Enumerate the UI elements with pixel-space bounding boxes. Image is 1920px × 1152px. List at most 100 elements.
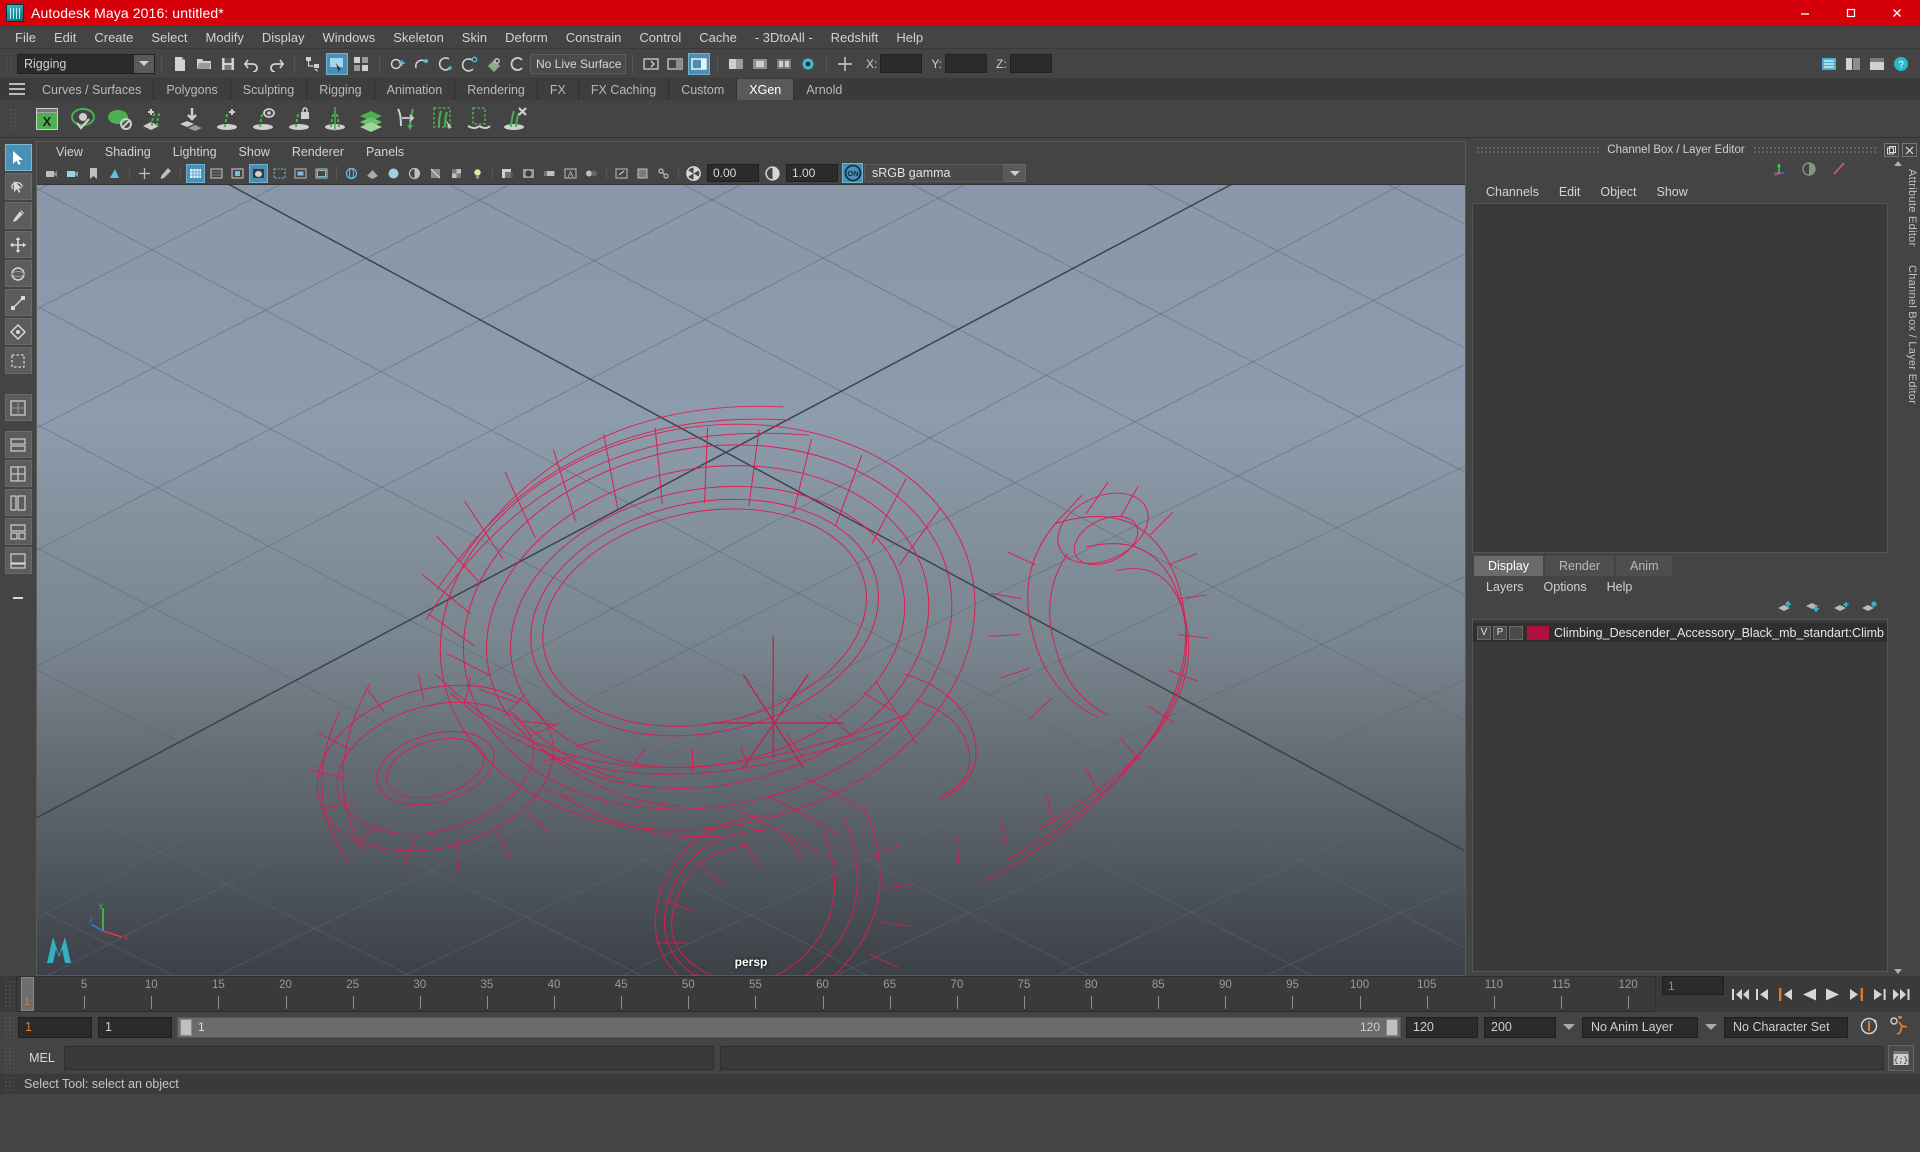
auto-keyframe-icon[interactable]	[1858, 1016, 1880, 1039]
layer-row[interactable]: V P Climbing_Descender_Accessory_Black_m…	[1473, 623, 1887, 642]
chevron-down-icon[interactable]	[134, 54, 154, 73]
channel-menu-show[interactable]: Show	[1647, 185, 1698, 199]
smooth-shade-all-icon[interactable]	[384, 164, 403, 183]
show-hide-editors-icon[interactable]	[640, 53, 662, 75]
render-settings-icon[interactable]	[797, 53, 819, 75]
safe-title-icon[interactable]	[312, 164, 331, 183]
anim-layer-field[interactable]: No Anim Layer	[1582, 1016, 1698, 1038]
gamma-icon[interactable]	[763, 164, 782, 183]
anim-layer-chevron-down-icon[interactable]	[1705, 1024, 1717, 1030]
viewport-menu-show[interactable]: Show	[228, 145, 281, 159]
create-empty-layer-icon[interactable]	[1832, 600, 1850, 617]
select-tool-button[interactable]	[4, 144, 32, 171]
menu-modify[interactable]: Modify	[197, 28, 253, 47]
open-outliner-icon[interactable]	[1818, 53, 1840, 75]
snap-point-icon[interactable]	[435, 53, 457, 75]
shaded-wireframe-icon[interactable]	[426, 164, 445, 183]
coord-x-field[interactable]	[880, 54, 923, 73]
show-hide-attribute-editor-icon[interactable]	[664, 53, 686, 75]
layer-tab-anim[interactable]: Anim	[1616, 556, 1673, 576]
xgen-delete-guide-icon[interactable]	[498, 102, 532, 136]
transform-field-toggle-icon[interactable]	[834, 53, 856, 75]
bookmark-icon[interactable]	[84, 164, 103, 183]
channel-box-content[interactable]	[1472, 203, 1888, 553]
resolution-gate-icon[interactable]	[228, 164, 247, 183]
start-time-field[interactable]: 1	[18, 1016, 92, 1038]
range-handle-right[interactable]	[1386, 1018, 1398, 1036]
menu-deform[interactable]: Deform	[496, 28, 557, 47]
coord-z-field[interactable]	[1009, 54, 1052, 73]
menu-windows[interactable]: Windows	[313, 28, 384, 47]
shelf-tab-curves-surfaces[interactable]: Curves / Surfaces	[30, 79, 155, 100]
xgen-preview-icon[interactable]	[66, 102, 100, 136]
layer-menu-help[interactable]: Help	[1597, 580, 1643, 594]
xgen-preview-guide-icon[interactable]	[246, 102, 280, 136]
close-panel-icon[interactable]	[1902, 143, 1918, 157]
playback-speed-chevron-down-icon[interactable]	[1563, 1024, 1575, 1030]
exposure-icon[interactable]	[684, 164, 703, 183]
motion-blur-icon[interactable]	[540, 164, 559, 183]
channel-menu-edit[interactable]: Edit	[1549, 185, 1591, 199]
channel-menu-object[interactable]: Object	[1590, 185, 1646, 199]
layer-visibility-toggle[interactable]: V	[1477, 625, 1491, 640]
grease-pencil-icon[interactable]	[156, 164, 175, 183]
use-all-lights-icon[interactable]	[468, 164, 487, 183]
two-dimensional-pan-zoom-icon[interactable]	[135, 164, 154, 183]
range-slider-grip[interactable]	[4, 1016, 14, 1038]
play-forwards-icon[interactable]	[1822, 984, 1843, 1005]
screen-space-ao-icon[interactable]	[519, 164, 538, 183]
layer-playback-toggle[interactable]: P	[1493, 625, 1507, 640]
tool-settings-icon[interactable]	[1830, 161, 1848, 180]
xgen-convert-primitive-icon[interactable]	[390, 102, 424, 136]
save-scene-icon[interactable]	[217, 53, 239, 75]
channel-box-icon[interactable]	[1770, 161, 1788, 180]
scroll-down-icon[interactable]	[1894, 969, 1902, 974]
film-gate-icon[interactable]	[207, 164, 226, 183]
menu-file[interactable]: File	[6, 28, 45, 47]
render-icon[interactable]	[725, 53, 747, 75]
coord-y-field[interactable]	[945, 54, 988, 73]
image-plane-icon[interactable]	[105, 164, 124, 183]
quick-layout-minus-button[interactable]	[5, 584, 32, 611]
scroll-up-icon[interactable]	[1894, 161, 1902, 166]
select-object-icon[interactable]	[326, 52, 348, 75]
snap-view-plane-icon[interactable]	[483, 53, 505, 75]
shelf-tab-xgen[interactable]: XGen	[737, 79, 795, 100]
shelf-menu-icon[interactable]	[9, 83, 25, 95]
panel-scrollbar[interactable]	[1892, 159, 1904, 976]
step-forward-keyframe-icon[interactable]	[1868, 984, 1889, 1005]
show-hide-channel-box-icon[interactable]	[688, 52, 710, 75]
command-input[interactable]	[64, 1046, 714, 1070]
shelf-tab-polygons[interactable]: Polygons	[154, 79, 231, 100]
panel-drag-dots-left[interactable]	[1476, 146, 1600, 154]
smooth-shade-icon[interactable]	[363, 164, 382, 183]
viewport-3d[interactable]: persp y x z	[37, 185, 1465, 975]
command-language-label[interactable]: MEL	[20, 1051, 64, 1065]
view-transform-toggle-icon[interactable]: ON	[842, 163, 863, 183]
layer-list[interactable]: V P Climbing_Descender_Accessory_Black_m…	[1472, 619, 1888, 972]
layer-menu-options[interactable]: Options	[1534, 580, 1597, 594]
rotate-tool-button[interactable]	[4, 260, 32, 287]
viewport-menu-panels[interactable]: Panels	[355, 145, 415, 159]
viewport-menu-renderer[interactable]: Renderer	[281, 145, 355, 159]
snap-projected-center-icon[interactable]	[459, 53, 481, 75]
attribute-editor-tab-label[interactable]: Attribute Editor	[1906, 159, 1918, 247]
attribute-editor-icon[interactable]	[1800, 161, 1818, 180]
xgen-freeze-guide-icon[interactable]	[282, 102, 316, 136]
command-line-grip[interactable]	[4, 1046, 14, 1070]
snap-curve-icon[interactable]	[411, 53, 433, 75]
animation-preferences-icon[interactable]	[1888, 1014, 1912, 1039]
safe-action-icon[interactable]	[291, 164, 310, 183]
menu-display[interactable]: Display	[253, 28, 314, 47]
script-editor-icon[interactable]: {;}	[1888, 1045, 1914, 1071]
scale-tool-button[interactable]	[4, 289, 32, 316]
quick-layout-outliner-persp-button[interactable]	[4, 489, 32, 516]
move-layer-down-icon[interactable]	[1804, 600, 1822, 617]
shelf-tab-rendering[interactable]: Rendering	[455, 79, 538, 100]
menu-control[interactable]: Control	[630, 28, 690, 47]
shelf-tab-fx[interactable]: FX	[537, 79, 579, 100]
menu-skin[interactable]: Skin	[453, 28, 496, 47]
shelf-tab-custom[interactable]: Custom	[669, 79, 738, 100]
quick-layout-four-panes-button[interactable]	[4, 460, 32, 487]
menuset-dropdown[interactable]: Rigging	[17, 53, 155, 74]
